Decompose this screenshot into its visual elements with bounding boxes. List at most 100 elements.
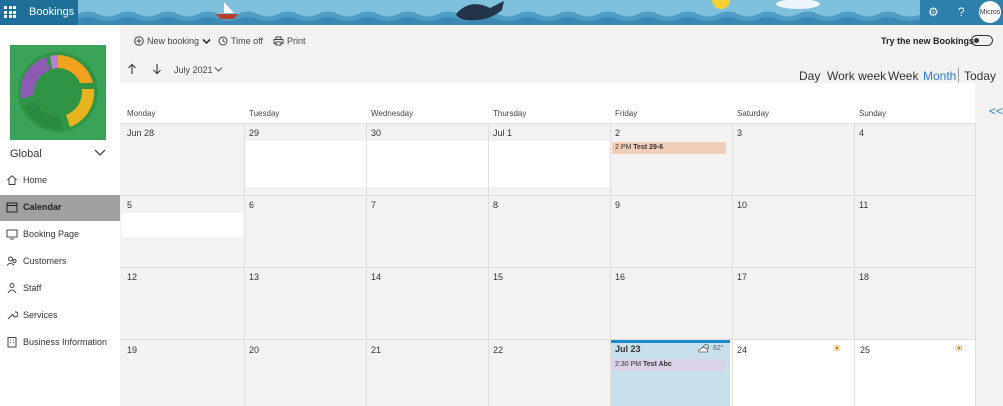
booking-event[interactable]: 2:30 PM Test Abc: [612, 359, 726, 371]
view-month[interactable]: Month: [923, 69, 956, 83]
day-name: Sunday: [859, 109, 887, 118]
date-label[interactable]: 15: [493, 272, 503, 282]
grid-line: [975, 123, 976, 406]
new-booking-label: New booking: [147, 36, 200, 46]
print-icon: [273, 36, 284, 46]
date-label[interactable]: Jun 28: [127, 128, 154, 138]
people-icon: [6, 256, 17, 266]
date-label[interactable]: 2: [615, 128, 620, 138]
staff-icon: [7, 283, 17, 294]
today-date-label[interactable]: Jul 23: [615, 344, 641, 354]
view-day[interactable]: Day: [799, 69, 820, 83]
top-bar: Bookings ⚙ ? Micros: [0, 0, 1003, 25]
date-label[interactable]: 12: [127, 272, 137, 282]
arrow-up-icon[interactable]: [127, 63, 137, 75]
view-week[interactable]: Week: [888, 69, 918, 83]
sidebar-item-customers[interactable]: Customers: [0, 249, 120, 275]
date-label[interactable]: 18: [859, 272, 869, 282]
date-label[interactable]: 16: [615, 272, 625, 282]
sidebar-item-booking-page[interactable]: Booking Page: [0, 222, 120, 248]
sidebar-item-label: Customers: [23, 256, 67, 266]
grid-line: [120, 267, 976, 268]
day-name: Wednesday: [371, 109, 414, 118]
date-label[interactable]: 22: [493, 345, 503, 355]
help-icon[interactable]: ?: [958, 5, 965, 19]
try-new-bookings-toggle[interactable]: [971, 35, 993, 46]
grid-line: [366, 123, 367, 406]
app-launcher-icon[interactable]: [4, 6, 16, 18]
date-label[interactable]: 9: [615, 200, 620, 210]
date-label[interactable]: 25: [860, 345, 870, 355]
date-label[interactable]: 8: [493, 200, 498, 210]
avatar[interactable]: Micros: [979, 1, 1001, 23]
sun-icon: ☀: [954, 343, 964, 355]
monitor-icon: [6, 229, 18, 240]
sidebar-item-calendar[interactable]: Calendar: [0, 195, 120, 221]
date-label[interactable]: 19: [127, 345, 137, 355]
header-waves-illustration: [78, 0, 923, 25]
today-button[interactable]: Today: [964, 69, 996, 83]
date-label[interactable]: 24: [737, 345, 747, 355]
sidebar-item-staff[interactable]: Staff: [0, 276, 120, 302]
grid-line: [488, 123, 489, 406]
date-label[interactable]: 6: [249, 200, 254, 210]
date-label[interactable]: 17: [737, 272, 747, 282]
sun-icon: ☀: [832, 343, 842, 355]
date-label[interactable]: 29: [249, 128, 259, 138]
event-time: 2:30 PM: [615, 361, 642, 368]
cell-highlight: [730, 340, 976, 406]
sidebar-item-label: Business Information: [23, 337, 108, 347]
sidebar-item-label: Calendar: [23, 202, 62, 212]
date-label[interactable]: 20: [249, 345, 259, 355]
grid-line: [854, 123, 855, 406]
new-booking-button[interactable]: New booking: [134, 36, 211, 46]
building-icon: [7, 337, 17, 348]
grid-line: [610, 123, 611, 406]
wrench-icon: [7, 311, 18, 320]
sidebar-item-label: Services: [23, 310, 58, 320]
day-name: Tuesday: [249, 109, 280, 118]
collapse-panel-icon[interactable]: <<: [989, 104, 1003, 118]
date-label[interactable]: 13: [249, 272, 259, 282]
date-label[interactable]: 11: [859, 200, 868, 210]
day-name: Monday: [127, 109, 156, 118]
print-label: Print: [287, 36, 306, 46]
date-label[interactable]: 21: [371, 345, 381, 355]
day-name: Thursday: [493, 109, 527, 118]
date-label[interactable]: 5: [127, 200, 132, 210]
view-work-week[interactable]: Work week: [827, 69, 886, 83]
sidebar-item-label: Home: [23, 175, 48, 185]
date-label[interactable]: 3: [737, 128, 742, 138]
date-label[interactable]: 10: [737, 200, 747, 210]
home-icon: [7, 175, 17, 185]
grid-line: [120, 123, 976, 124]
date-label[interactable]: Jul 1: [493, 128, 512, 138]
date-label[interactable]: 4: [859, 128, 864, 138]
scope-selector[interactable]: Global: [10, 148, 42, 160]
booking-event[interactable]: 2 PM Test 29-6: [612, 142, 726, 154]
month-picker[interactable]: July 2021: [174, 65, 213, 75]
arrow-down-icon[interactable]: [152, 63, 162, 75]
try-new-bookings-label: Try the new Bookings: [881, 36, 975, 46]
view-divider: [958, 68, 959, 82]
print-button[interactable]: Print: [273, 36, 306, 46]
chevron-down-icon[interactable]: [94, 148, 106, 158]
sidebar-item-business-information[interactable]: Business Information: [0, 330, 120, 356]
cell-highlight: [122, 213, 244, 237]
date-label[interactable]: 30: [371, 128, 381, 138]
sidebar-item-home[interactable]: Home: [0, 168, 120, 194]
cloudy-icon: [698, 344, 709, 353]
event-title: Test Abc: [643, 361, 672, 368]
grid-line: [244, 123, 245, 406]
app-name[interactable]: Bookings: [29, 6, 74, 18]
sidebar-item-services[interactable]: Services: [0, 303, 120, 329]
settings-icon[interactable]: ⚙: [928, 5, 939, 19]
date-label[interactable]: 14: [371, 272, 381, 282]
date-label[interactable]: 7: [371, 200, 376, 210]
grid-line: [120, 195, 976, 196]
chevron-down-icon: [202, 38, 211, 44]
chevron-down-icon[interactable]: [214, 66, 223, 73]
sidebar-item-label: Booking Page: [23, 229, 80, 239]
time-off-button[interactable]: Time off: [218, 36, 263, 46]
grid-line: [732, 123, 733, 406]
